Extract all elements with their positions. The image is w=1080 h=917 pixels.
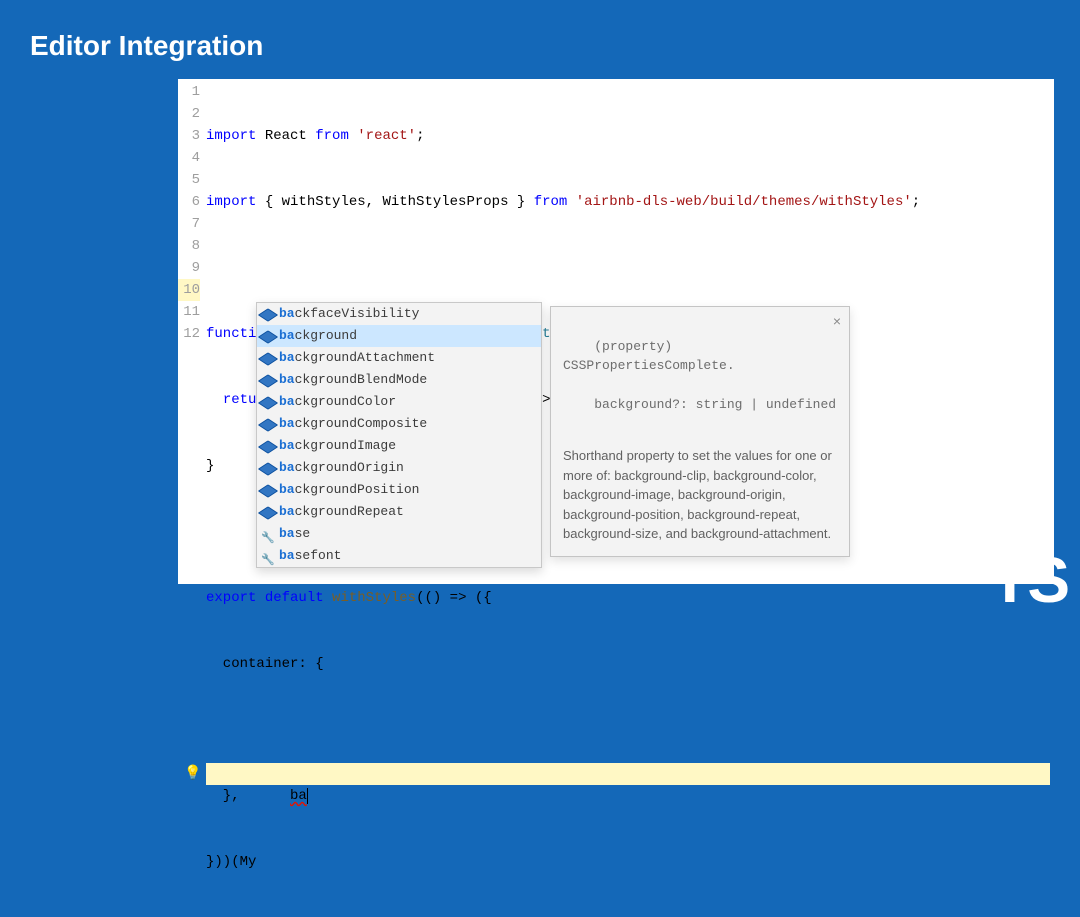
- import-specifiers: { withStyles, WithStylesProps }: [265, 194, 525, 210]
- property-icon: [261, 351, 275, 365]
- suggest-item[interactable]: backgroundImage: [257, 435, 541, 457]
- intellisense-suggest-popup[interactable]: backfaceVisibilitybackgroundbackgroundAt…: [256, 302, 542, 568]
- suggest-item[interactable]: backgroundOrigin: [257, 457, 541, 479]
- typescript-logo: TS: [990, 543, 1068, 617]
- line-number: 3: [178, 125, 200, 147]
- suggest-label: backfaceVisibility: [279, 303, 419, 325]
- property-icon: [261, 417, 275, 431]
- line-number: 11: [178, 301, 200, 323]
- indent: [256, 788, 290, 804]
- line-number: 2: [178, 103, 200, 125]
- suggest-item[interactable]: base: [257, 523, 541, 545]
- property-icon: [261, 483, 275, 497]
- suggest-label: background: [279, 325, 357, 347]
- suggest-label: backgroundColor: [279, 391, 396, 413]
- doc-signature: (property) CSSPropertiesComplete.: [563, 339, 735, 374]
- kw-from: from: [315, 128, 349, 144]
- suggest-label: backgroundPosition: [279, 479, 419, 501]
- string: 'react': [357, 128, 416, 144]
- suggest-item[interactable]: backgroundComposite: [257, 413, 541, 435]
- active-line-highlight: [206, 763, 1050, 785]
- string: 'airbnb-dls-web/build/themes/withStyles': [576, 194, 912, 210]
- line-number: 12: [178, 323, 200, 345]
- close-icon[interactable]: ×: [833, 313, 841, 329]
- semi: ;: [416, 128, 424, 144]
- line-number: 9: [178, 257, 200, 279]
- suggest-item[interactable]: backgroundBlendMode: [257, 369, 541, 391]
- line-number: 6: [178, 191, 200, 213]
- suggest-item[interactable]: background: [257, 325, 541, 347]
- line-number: 7: [178, 213, 200, 235]
- property-icon: [261, 439, 275, 453]
- property-icon: [261, 329, 275, 343]
- kw-import: import: [206, 128, 256, 144]
- lightbulb-icon[interactable]: 💡: [184, 763, 201, 785]
- text-caret: [307, 788, 308, 804]
- suggest-item[interactable]: backgroundColor: [257, 391, 541, 413]
- wrench-icon: [261, 549, 275, 563]
- suggest-item[interactable]: backgroundAttachment: [257, 347, 541, 369]
- wrench-icon: [261, 527, 275, 541]
- suggest-label: base: [279, 523, 310, 545]
- suggest-label: basefont: [279, 545, 341, 567]
- code-text: }))(My: [206, 854, 256, 870]
- property-icon: [261, 461, 275, 475]
- typed-text: ba: [290, 788, 307, 804]
- suggest-item[interactable]: backfaceVisibility: [257, 303, 541, 325]
- kw-default: default: [265, 590, 324, 606]
- kw-import: import: [206, 194, 256, 210]
- doc-signature: background?: string | undefined: [594, 397, 836, 412]
- line-gutter: 1 2 3 4 5 6 7 8 9 10 11 12: [178, 81, 206, 345]
- suggest-label: backgroundComposite: [279, 413, 427, 435]
- suggest-item[interactable]: basefont: [257, 545, 541, 567]
- tail: (() => ({: [416, 590, 492, 606]
- line-number: 8: [178, 235, 200, 257]
- property-icon: [261, 505, 275, 519]
- suggest-item[interactable]: backgroundRepeat: [257, 501, 541, 523]
- suggest-label: backgroundImage: [279, 435, 396, 457]
- slide-title: Editor Integration: [30, 30, 263, 62]
- suggest-label: backgroundAttachment: [279, 347, 435, 369]
- kw-export: export: [206, 590, 256, 606]
- property-icon: [261, 307, 275, 321]
- suggest-label: backgroundRepeat: [279, 501, 404, 523]
- line-number: 10: [178, 279, 200, 301]
- property-icon: [261, 395, 275, 409]
- suggest-label: backgroundOrigin: [279, 457, 404, 479]
- brace: }: [206, 458, 214, 474]
- doc-description: Shorthand property to set the values for…: [563, 446, 837, 544]
- semi: ;: [912, 194, 920, 210]
- intellisense-doc-popup: × (property) CSSPropertiesComplete. back…: [550, 306, 850, 557]
- line-number: 4: [178, 147, 200, 169]
- suggest-item[interactable]: backgroundPosition: [257, 479, 541, 501]
- call-withStyles: withStyles: [332, 590, 416, 606]
- property-icon: [261, 373, 275, 387]
- line-number: 1: [178, 81, 200, 103]
- ident: React: [265, 128, 307, 144]
- line-number: 5: [178, 169, 200, 191]
- code-text: container: {: [206, 656, 324, 672]
- suggest-label: backgroundBlendMode: [279, 369, 427, 391]
- kw-from: from: [534, 194, 568, 210]
